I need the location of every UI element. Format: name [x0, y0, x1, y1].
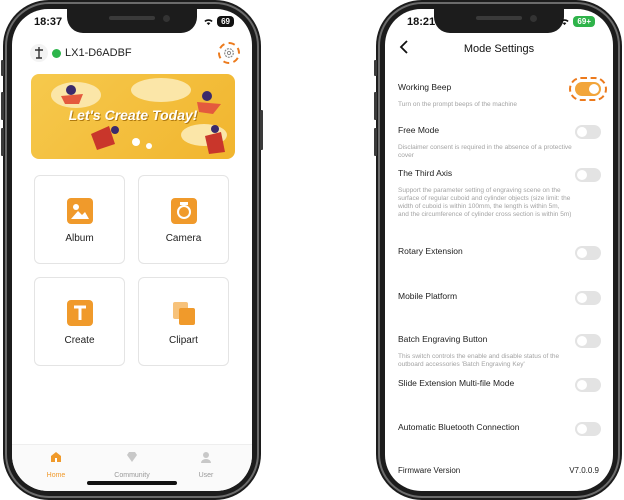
- wifi-icon: [204, 19, 213, 26]
- mode-settings-screen: 18:21 69+ Mode Settings Working Beep Tur…: [385, 9, 613, 491]
- setting-title: Mobile Platform: [398, 291, 458, 301]
- setting-title: Free Mode: [398, 125, 440, 135]
- volume-up-button: [1, 92, 4, 120]
- device-logo: [30, 44, 48, 62]
- connection-status-icon: [52, 49, 61, 58]
- tab-community[interactable]: Community: [102, 450, 162, 479]
- clipart-icon: [171, 300, 197, 326]
- banner-title: Let's Create Today!: [68, 107, 198, 123]
- text-icon: [66, 300, 93, 326]
- mute-switch: [374, 60, 377, 76]
- volume-down-button: [374, 128, 377, 156]
- device-name[interactable]: LX1-D6ADBF: [65, 47, 132, 59]
- setting-desc: Support the parameter setting of engravi…: [398, 187, 572, 218]
- setting-auto-bluetooth: Automatic Bluetooth Connection: [398, 422, 603, 432]
- power-button: [260, 110, 263, 150]
- toggle-auto-bluetooth[interactable]: [575, 422, 601, 436]
- status-time: 18:21: [407, 16, 436, 28]
- diamond-icon: [127, 452, 137, 462]
- tab-bar: Home Community User: [12, 444, 252, 491]
- promo-banner[interactable]: Let's Create Today!: [31, 74, 235, 159]
- right-phone-frame: 18:21 69+ Mode Settings Working Beep Tur…: [374, 0, 622, 500]
- nav-bar: Mode Settings: [385, 40, 613, 64]
- camera-card[interactable]: Camera: [138, 175, 229, 264]
- setting-desc: Disclaimer consent is required in the ab…: [398, 144, 572, 159]
- setting-title: Automatic Bluetooth Connection: [398, 422, 520, 432]
- tab-user[interactable]: User: [176, 450, 236, 479]
- toggle-rotary-extension[interactable]: [575, 246, 601, 260]
- wifi-icon: [560, 19, 570, 26]
- left-phone-frame: 18:37 69 LX1-D6ADBF Let's Create Today! …: [1, 0, 263, 500]
- toggle-third-axis[interactable]: [575, 168, 601, 182]
- toggle-free-mode[interactable]: [575, 125, 601, 139]
- setting-mobile-platform: Mobile Platform: [398, 291, 603, 301]
- clipart-card[interactable]: Clipart: [138, 277, 229, 366]
- setting-batch-engraving: Batch Engraving Button This switch contr…: [398, 334, 603, 369]
- clipart-label: Clipart: [169, 335, 198, 346]
- home-indicator: [87, 481, 177, 485]
- tab-home[interactable]: Home: [26, 450, 86, 479]
- setting-free-mode: Free Mode Disclaimer consent is required…: [398, 125, 603, 160]
- status-bar: 18:21 69+: [385, 14, 613, 32]
- camera-label: Camera: [165, 233, 202, 244]
- page-title: Mode Settings: [463, 43, 535, 55]
- album-label: Album: [65, 233, 94, 244]
- create-label: Create: [64, 335, 95, 346]
- toggle-working-beep[interactable]: [575, 82, 601, 96]
- setting-title: The Third Axis: [398, 168, 453, 178]
- setting-slide-extension: Slide Extension Multi-file Mode: [398, 378, 603, 388]
- tab-community-label: Community: [114, 472, 150, 479]
- settings-button[interactable]: [218, 42, 240, 64]
- setting-title: Slide Extension Multi-file Mode: [398, 378, 515, 388]
- status-bar: 18:37 69: [12, 14, 252, 32]
- battery-badge: 69: [217, 16, 234, 27]
- album-card[interactable]: Album: [34, 175, 125, 264]
- volume-up-button: [374, 92, 377, 120]
- image-icon: [66, 198, 93, 224]
- camera-icon: [170, 198, 197, 224]
- home-screen: 18:37 69 LX1-D6ADBF Let's Create Today! …: [12, 9, 252, 491]
- firmware-row: Firmware Version V7.0.0.9: [398, 466, 599, 475]
- setting-desc: Turn on the prompt beeps of the machine: [398, 101, 517, 108]
- setting-title: Rotary Extension: [398, 246, 463, 256]
- toggle-slide-extension[interactable]: [575, 378, 601, 392]
- tab-user-label: User: [198, 472, 214, 479]
- gear-icon: [224, 48, 234, 58]
- mute-switch: [1, 60, 4, 76]
- setting-desc: This switch controls the enable and disa…: [398, 353, 560, 368]
- create-card[interactable]: Create: [34, 277, 125, 366]
- setting-rotary-extension: Rotary Extension: [398, 246, 603, 256]
- tab-home-label: Home: [46, 472, 66, 479]
- battery-badge: 69+: [573, 16, 595, 27]
- toggle-mobile-platform[interactable]: [575, 291, 601, 305]
- setting-third-axis: The Third Axis Support the parameter set…: [398, 168, 603, 219]
- firmware-value: V7.0.0.9: [569, 466, 599, 475]
- setting-title: Batch Engraving Button: [398, 334, 488, 344]
- user-icon: [201, 452, 211, 463]
- volume-down-button: [1, 128, 4, 156]
- firmware-label: Firmware Version: [398, 466, 461, 475]
- status-time: 18:37: [34, 16, 63, 28]
- home-icon: [51, 452, 61, 462]
- app-header: LX1-D6ADBF: [12, 42, 252, 68]
- toggle-batch-engraving[interactable]: [575, 334, 601, 348]
